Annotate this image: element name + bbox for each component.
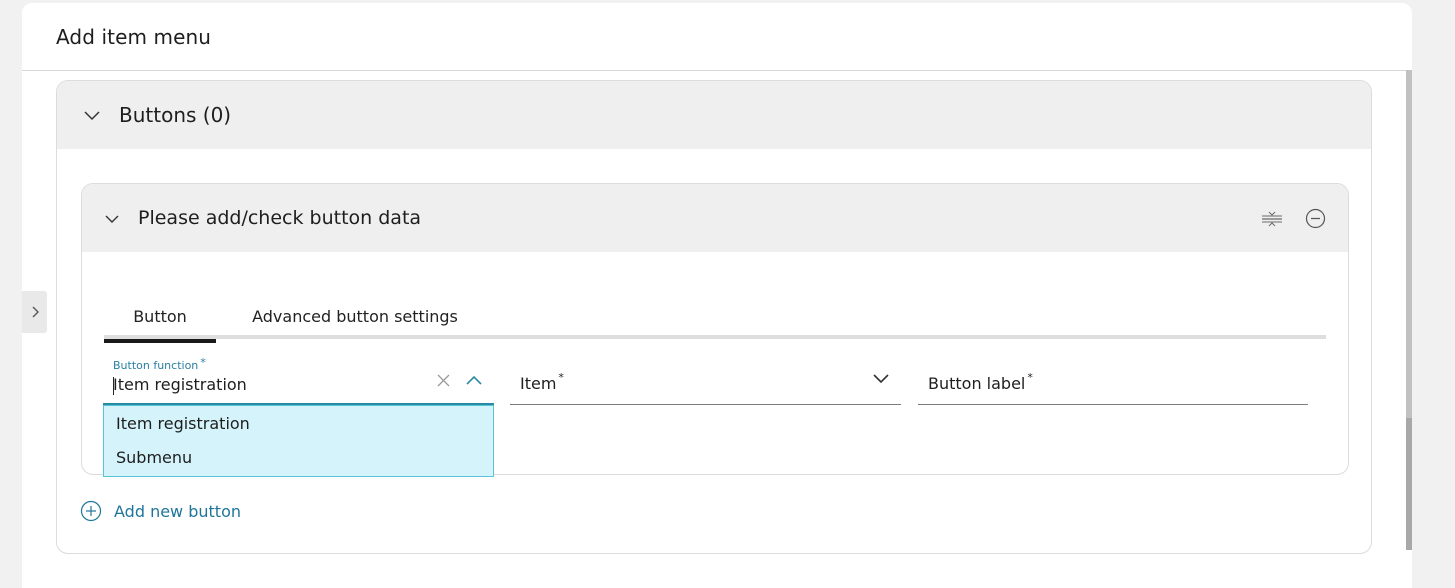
dialog-header: Add item menu <box>22 3 1412 71</box>
collapse-lines-icon[interactable] <box>1261 211 1283 227</box>
button-function-dropdown: Item registration Submenu <box>103 405 494 477</box>
button-function-label: Button function * <box>113 356 206 372</box>
close-icon[interactable] <box>437 374 450 387</box>
button-function-field[interactable]: Button function * Item registration <box>103 356 494 405</box>
item-label: Item * <box>520 371 564 393</box>
tab-advanced-button-settings[interactable]: Advanced button settings <box>232 294 478 339</box>
button-tabs: Button Advanced button settings <box>104 294 1326 343</box>
option-item-registration[interactable]: Item registration <box>104 406 493 440</box>
chevron-up-icon[interactable] <box>465 375 483 386</box>
tab-advanced-label: Advanced button settings <box>252 307 458 326</box>
buttons-section-header[interactable]: Buttons (0) <box>57 81 1371 149</box>
button-label-field[interactable]: Button label * <box>918 357 1308 405</box>
chevron-down-icon[interactable] <box>104 213 120 224</box>
tab-button[interactable]: Button <box>104 294 216 343</box>
item-field[interactable]: Item * <box>510 357 901 405</box>
minus-circle-icon[interactable] <box>1305 208 1326 229</box>
dialog-title: Add item menu <box>56 24 212 49</box>
button-label-label: Button label * <box>928 371 1033 393</box>
buttons-section: Buttons (0) Please add/check button data <box>56 80 1372 554</box>
add-new-button-label: Add new button <box>114 501 241 521</box>
button-data-title: Please add/check button data <box>138 207 422 229</box>
buttons-section-title: Buttons (0) <box>119 103 232 127</box>
add-new-button[interactable]: Add new button <box>80 500 241 522</box>
plus-circle-icon <box>80 500 102 522</box>
tab-button-label: Button <box>133 307 187 326</box>
side-panel-toggle[interactable] <box>22 291 47 333</box>
chevron-right-icon <box>32 306 39 318</box>
scrollbar-thumb[interactable] <box>1406 418 1412 550</box>
option-submenu[interactable]: Submenu <box>104 440 493 474</box>
button-data-header[interactable]: Please add/check button data <box>82 184 1348 252</box>
chevron-down-icon[interactable] <box>872 373 890 384</box>
button-function-value: Item registration <box>113 375 247 394</box>
chevron-down-icon[interactable] <box>83 109 101 121</box>
text-cursor <box>113 377 114 395</box>
